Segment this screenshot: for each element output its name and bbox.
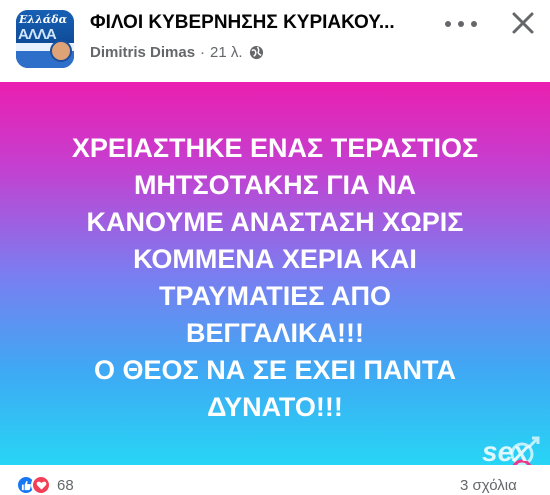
post-line: ΒΕΓΓΑΛΙΚΑ!!!	[185, 318, 364, 348]
post-line: ΧΡΕΙΑΣΤΗΚΕ ΕΝΑΣ ΤΕΡΑΣΤΙΟΣ	[71, 133, 479, 163]
avatar-face	[50, 40, 72, 62]
comments-count-link[interactable]: 3 σχόλια	[460, 477, 517, 494]
globe-icon	[249, 45, 263, 60]
post-line: ΤΡΑΥΜΑΤΙΕΣ ΑΠΟ	[158, 281, 391, 311]
post-text: ΧΡΕΙΑΣΤΗΚΕ ΕΝΑΣ ΤΕΡΑΣΤΙΟΣ ΜΗΤΣΟΤΑΚΗΣ ΓΙΑ…	[20, 130, 530, 426]
author-name-link[interactable]: Dimitris Dimas	[90, 44, 195, 61]
post-line: ΚΟΜΜΕΝΑ ΧΕΡΙΑ ΚΑΙ	[133, 244, 417, 274]
watermark-text: sex	[482, 436, 529, 467]
post-line: ΜΗΤΣΟΤΑΚΗΣ ΓΙΑ ΝΑ	[133, 170, 417, 200]
meta-separator: ·	[200, 44, 206, 61]
avatar-big-text: ΑΛΛΑ	[18, 26, 57, 43]
post-header: Ελλάδα ΑΛΛΑ ΦΙΛΟΙ ΚΥΒΕΡΝΗΣΗΣ ΚΥΡΙΑΚΟΥ...…	[0, 0, 550, 82]
reaction-count: 68	[57, 476, 74, 494]
group-avatar[interactable]: Ελλάδα ΑΛΛΑ	[16, 10, 74, 68]
post-footer: 68 3 σχόλια	[0, 465, 550, 495]
post-content[interactable]: ΧΡΕΙΑΣΤΗΚΕ ΕΝΑΣ ΤΕΡΑΣΤΙΟΣ ΜΗΤΣΟΤΑΚΗΣ ΓΙΑ…	[0, 82, 550, 465]
avatar-text: Ελλάδα	[19, 13, 68, 26]
more-options-icon[interactable]	[445, 16, 477, 32]
group-name-link[interactable]: ΦΙΛΟΙ ΚΥΒΕΡΝΗΣΗΣ ΚΥΡΙΑΚΟΥ...	[90, 12, 430, 34]
post-timestamp[interactable]: 21 λ.	[210, 44, 243, 61]
close-icon[interactable]	[508, 8, 538, 38]
post-meta: Dimitris Dimas · 21 λ.	[90, 44, 264, 61]
love-icon	[31, 475, 51, 495]
reactions-summary[interactable]: 68	[16, 475, 74, 495]
post-line: ΔΥΝΑΤΟ!!!	[207, 392, 343, 422]
post-line: ΚΑΝΟΥΜΕ ΑΝΑΣΤΑΣΗ ΧΩΡΙΣ	[86, 207, 464, 237]
post-line: Ο ΘΕΟΣ ΝΑ ΣΕ ΕΧΕΙ ΠΑΝΤΑ	[94, 355, 456, 385]
